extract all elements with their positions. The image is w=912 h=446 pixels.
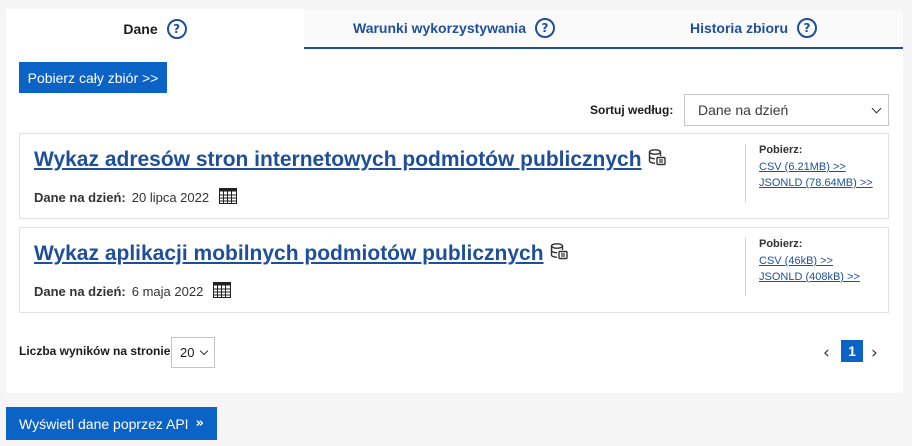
per-page-value: 20 — [180, 345, 195, 360]
database-icon — [648, 148, 666, 172]
csv-download-link[interactable]: CSV (46kB) >> — [759, 255, 860, 267]
tab-label: Dane — [123, 21, 158, 37]
download-links: Pobierz: CSV (6.21MB) >> JSONLD (78.64MB… — [745, 144, 873, 202]
sort-value: Dane na dzień — [698, 102, 789, 118]
per-page-label: Liczba wyników na stronie: — [19, 344, 175, 358]
chevron-down-icon — [199, 346, 209, 356]
resource-card: Wykaz adresów stron internetowych podmio… — [19, 133, 889, 219]
tab-dane[interactable]: Dane ? — [6, 9, 304, 49]
date-label: Dane na dzień: — [34, 284, 126, 299]
pagination-page-current[interactable]: 1 — [841, 340, 863, 362]
jsonld-download-link[interactable]: JSONLD (408kB) >> — [759, 271, 860, 283]
help-icon[interactable]: ? — [534, 18, 555, 38]
jsonld-download-link[interactable]: JSONLD (78.64MB) >> — [759, 177, 873, 189]
tab-warunki[interactable]: Warunki wykorzystywania ? — [304, 9, 604, 49]
resource-title-link[interactable]: Wykaz aplikacji mobilnych podmiotów publ… — [34, 242, 568, 266]
help-icon[interactable]: ? — [797, 18, 817, 38]
download-links: Pobierz: CSV (46kB) >> JSONLD (408kB) >> — [745, 238, 860, 296]
calendar-icon — [219, 188, 238, 207]
sort-select[interactable]: Dane na dzień — [684, 94, 889, 126]
date-value: 20 lipca 2022 — [131, 190, 210, 205]
sort-label: Sortuj według: — [590, 103, 674, 117]
pagination-prev-button[interactable]: ‹ — [823, 343, 830, 363]
date-label: Dane na dzień: — [34, 190, 126, 205]
resource-card: Wykaz aplikacji mobilnych podmiotów publ… — [19, 227, 889, 313]
csv-download-link[interactable]: CSV (6.21MB) >> — [759, 161, 873, 173]
per-page-select[interactable]: 20 — [171, 337, 215, 368]
pagination-next-button[interactable]: › — [871, 343, 878, 363]
resource-title: Wykaz adresów stron internetowych podmio… — [34, 148, 642, 171]
download-all-button[interactable]: Pobierz cały zbiór >> — [19, 62, 167, 93]
resource-date: Dane na dzień: 20 lipca 2022 — [34, 188, 238, 207]
download-label: Pobierz: — [759, 238, 803, 250]
resource-date: Dane na dzień: 6 maja 2022 — [34, 282, 232, 301]
download-label: Pobierz: — [759, 144, 803, 156]
calendar-icon — [213, 282, 232, 301]
resource-title-link[interactable]: Wykaz adresów stron internetowych podmio… — [34, 148, 666, 172]
tab-label: Warunki wykorzystywania — [353, 20, 526, 36]
tab-bar: Dane ? Warunki wykorzystywania ? Histori… — [6, 9, 903, 49]
help-icon[interactable]: ? — [166, 19, 187, 39]
dataset-panel: Dane ? Warunki wykorzystywania ? Histori… — [6, 9, 903, 393]
api-view-button[interactable]: Wyświetl dane poprzez API » — [6, 407, 217, 440]
api-button-label: Wyświetl dane poprzez API — [19, 415, 189, 432]
tab-label: Historia zbioru — [689, 20, 788, 36]
tab-historia[interactable]: Historia zbioru ? — [604, 9, 903, 49]
chevron-down-icon — [871, 103, 882, 114]
date-value: 6 maja 2022 — [131, 284, 204, 299]
double-chevron-right-icon: » — [195, 416, 204, 431]
resource-title: Wykaz aplikacji mobilnych podmiotów publ… — [34, 242, 544, 265]
database-icon — [550, 242, 568, 266]
